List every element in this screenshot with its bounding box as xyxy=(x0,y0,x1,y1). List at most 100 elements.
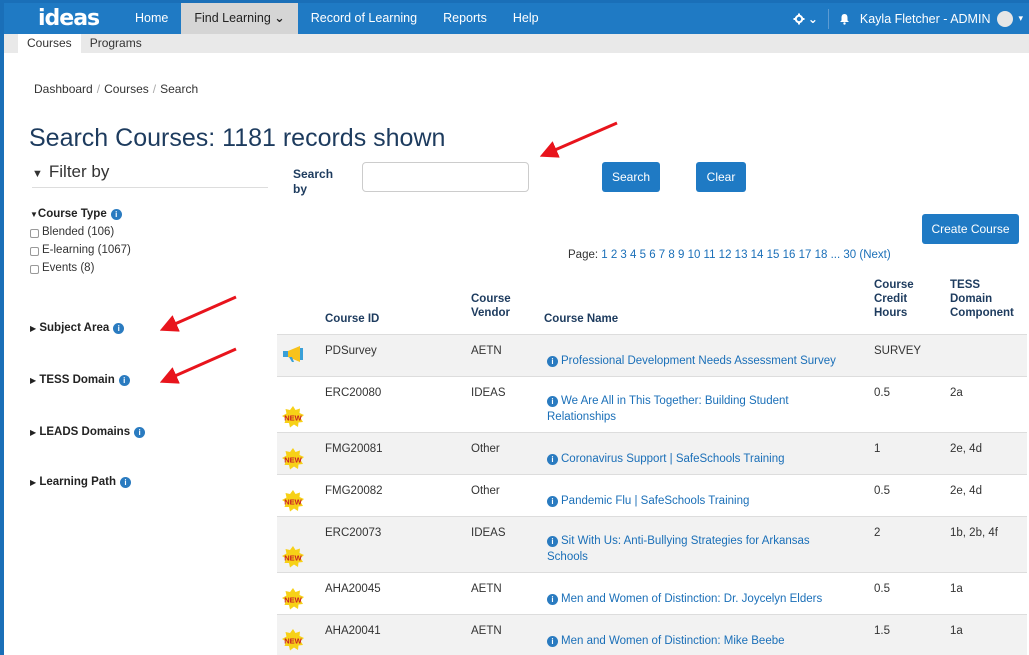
info-icon[interactable]: i xyxy=(547,396,558,407)
table-row: NEW FMG20081 Other i Coronavirus Support | S… xyxy=(277,432,1027,474)
course-type-label: Course Type xyxy=(37,208,107,220)
cell-course-name[interactable]: i Professional Development Needs Assessme… xyxy=(547,353,847,369)
user-name: Kayla Fletcher - ADMIN xyxy=(859,11,991,26)
cell-vendor: Other xyxy=(471,485,500,497)
tess-domain-header[interactable]: ▶ TESS Domain i xyxy=(30,374,130,386)
info-icon[interactable]: i xyxy=(547,536,558,547)
cell-course-id: FMG20081 xyxy=(325,443,383,455)
learning-path-header[interactable]: ▶ Learning Path i xyxy=(30,476,132,488)
cell-course-name[interactable]: i Coronavirus Support | SafeSchools Train… xyxy=(547,451,847,467)
settings-menu[interactable]: ⌄ xyxy=(793,12,818,26)
subject-area-header[interactable]: ▶ Subject Area i xyxy=(30,322,125,334)
learning-path-label: Learning Path xyxy=(39,476,117,488)
course-name-link[interactable]: Coronavirus Support | SafeSchools Traini… xyxy=(561,453,785,465)
cell-course-name[interactable]: i Pandemic Flu | SafeSchools Training xyxy=(547,493,847,509)
th-tess-component[interactable]: TESS Domain Component xyxy=(950,278,1022,320)
new-badge-text: NEW xyxy=(284,498,302,507)
info-icon[interactable]: i xyxy=(120,477,132,488)
info-icon[interactable]: i xyxy=(113,323,125,334)
filter-events[interactable]: Events (8) xyxy=(30,262,94,274)
cell-vendor: AETN xyxy=(471,583,502,595)
cell-course-name[interactable]: i Sit With Us: Anti-Bullying Strategies f… xyxy=(547,533,847,565)
info-icon[interactable]: i xyxy=(547,496,558,507)
cell-credit-hours: SURVEY xyxy=(874,345,922,357)
table-row: NEW AHA20041 AETN i Men and Women of Distinc… xyxy=(277,614,1027,655)
cell-course-name[interactable]: i Men and Women of Distinction: Mike Beeb… xyxy=(547,633,847,649)
filter-by-toggle[interactable]: ▼ Filter by xyxy=(32,162,268,188)
cell-tess: 1b, 2b, 4f xyxy=(950,527,998,539)
course-name-link[interactable]: Sit With Us: Anti-Bullying Strategies fo… xyxy=(547,535,810,563)
th-course-name[interactable]: Course Name xyxy=(544,312,618,326)
course-name-link[interactable]: Pandemic Flu | SafeSchools Training xyxy=(561,495,749,507)
create-course-button[interactable]: Create Course xyxy=(922,214,1019,244)
info-icon[interactable]: i xyxy=(118,375,130,386)
cell-course-name[interactable]: i We Are All in This Together: Building S… xyxy=(547,393,847,425)
avatar xyxy=(997,10,1014,27)
filter-blended-label: Blended (106) xyxy=(42,226,115,238)
checkbox[interactable] xyxy=(30,246,39,256)
checkbox[interactable] xyxy=(30,228,39,238)
new-badge-icon: NEW xyxy=(282,588,304,610)
cell-course-name[interactable]: i Men and Women of Distinction: Dr. Joyce… xyxy=(547,591,847,607)
info-icon[interactable]: i xyxy=(110,209,122,220)
caret-down-icon: ▼ xyxy=(32,168,43,180)
caret-down-icon: ▼ xyxy=(30,210,38,219)
filter-blended[interactable]: Blended (106) xyxy=(30,226,114,238)
table-row: NEW FMG20082 Other i Pandemic Flu | SafeScho… xyxy=(277,474,1027,516)
course-type-header[interactable]: ▼Course Type i xyxy=(30,208,122,220)
course-name-link[interactable]: Men and Women of Distinction: Mike Beebe xyxy=(561,635,785,647)
info-icon[interactable]: i xyxy=(547,594,558,605)
nav-find-learning[interactable]: Find Learning ⌄ xyxy=(181,3,298,34)
new-badge-icon: NEW xyxy=(282,406,304,428)
gear-icon xyxy=(793,13,805,24)
leads-domains-header[interactable]: ▶ LEADS Domains i xyxy=(30,426,146,438)
nav-record-of-learning[interactable]: Record of Learning xyxy=(298,3,430,34)
cell-credit-hours: 1 xyxy=(874,443,881,455)
cell-course-id: PDSurvey xyxy=(325,345,377,357)
ideas-logo[interactable]: ideas xyxy=(4,3,122,34)
cell-credit-hours: 0.5 xyxy=(874,583,890,595)
nav-home[interactable]: Home xyxy=(122,3,181,34)
new-badge-icon: NEW xyxy=(282,629,304,651)
new-badge-text: NEW xyxy=(284,596,302,605)
page-title: Search Courses: 1181 records shown xyxy=(29,124,446,152)
new-badge-icon: NEW xyxy=(282,490,304,512)
course-name-link[interactable]: Men and Women of Distinction: Dr. Joycel… xyxy=(561,593,822,605)
breadcrumb-dashboard[interactable]: Dashboard xyxy=(34,82,93,96)
chevron-down-icon: ▾ xyxy=(1018,13,1023,23)
pagination: Page: 1 2 3 4 5 6 7 8 9 10 11 12 13 14 1… xyxy=(568,249,891,261)
nav-help[interactable]: Help xyxy=(500,3,552,34)
info-icon[interactable]: i xyxy=(547,454,558,465)
new-badge-text: NEW xyxy=(284,554,302,563)
nav-divider xyxy=(827,8,829,29)
clear-button[interactable]: Clear xyxy=(696,162,746,192)
megaphone-icon xyxy=(283,346,303,362)
breadcrumb-courses[interactable]: Courses xyxy=(104,82,149,96)
info-icon[interactable]: i xyxy=(547,636,558,647)
search-input[interactable] xyxy=(362,162,529,192)
cell-course-id: ERC20073 xyxy=(325,527,382,539)
user-menu[interactable]: Kayla Fletcher - ADMIN ▾ xyxy=(859,10,1029,27)
info-icon[interactable]: i xyxy=(547,356,558,367)
nav-reports[interactable]: Reports xyxy=(430,3,500,34)
th-course-vendor[interactable]: Course Vendor xyxy=(471,292,521,320)
th-course-id[interactable]: Course ID xyxy=(325,312,379,326)
course-name-link[interactable]: Professional Development Needs Assessmen… xyxy=(561,355,836,367)
search-button[interactable]: Search xyxy=(602,162,660,192)
pagination-links[interactable]: 1 2 3 4 5 6 7 8 9 10 11 12 13 14 15 16 1… xyxy=(601,249,890,261)
tab-courses[interactable]: Courses xyxy=(18,34,81,53)
breadcrumb-search: Search xyxy=(160,82,199,96)
sub-navbar: Courses Programs xyxy=(4,34,1029,53)
info-icon[interactable]: i xyxy=(134,427,146,438)
new-badge-text: NEW xyxy=(284,637,302,646)
checkbox[interactable] xyxy=(30,264,39,274)
tab-programs[interactable]: Programs xyxy=(81,34,151,53)
table-row: NEW ERC20080 IDEAS i We Are All in This Toge… xyxy=(277,376,1027,432)
bell-icon[interactable] xyxy=(839,13,850,25)
table-row: PDSurvey AETN i Professional Development Ne… xyxy=(277,334,1027,376)
subject-area-label: Subject Area xyxy=(39,322,110,334)
filter-e-learning[interactable]: E-learning (1067) xyxy=(30,244,131,256)
caret-right-icon: ▶ xyxy=(30,428,37,437)
course-name-link[interactable]: We Are All in This Together: Building St… xyxy=(547,395,789,423)
th-credit-hours[interactable]: Course Credit Hours xyxy=(874,278,924,320)
